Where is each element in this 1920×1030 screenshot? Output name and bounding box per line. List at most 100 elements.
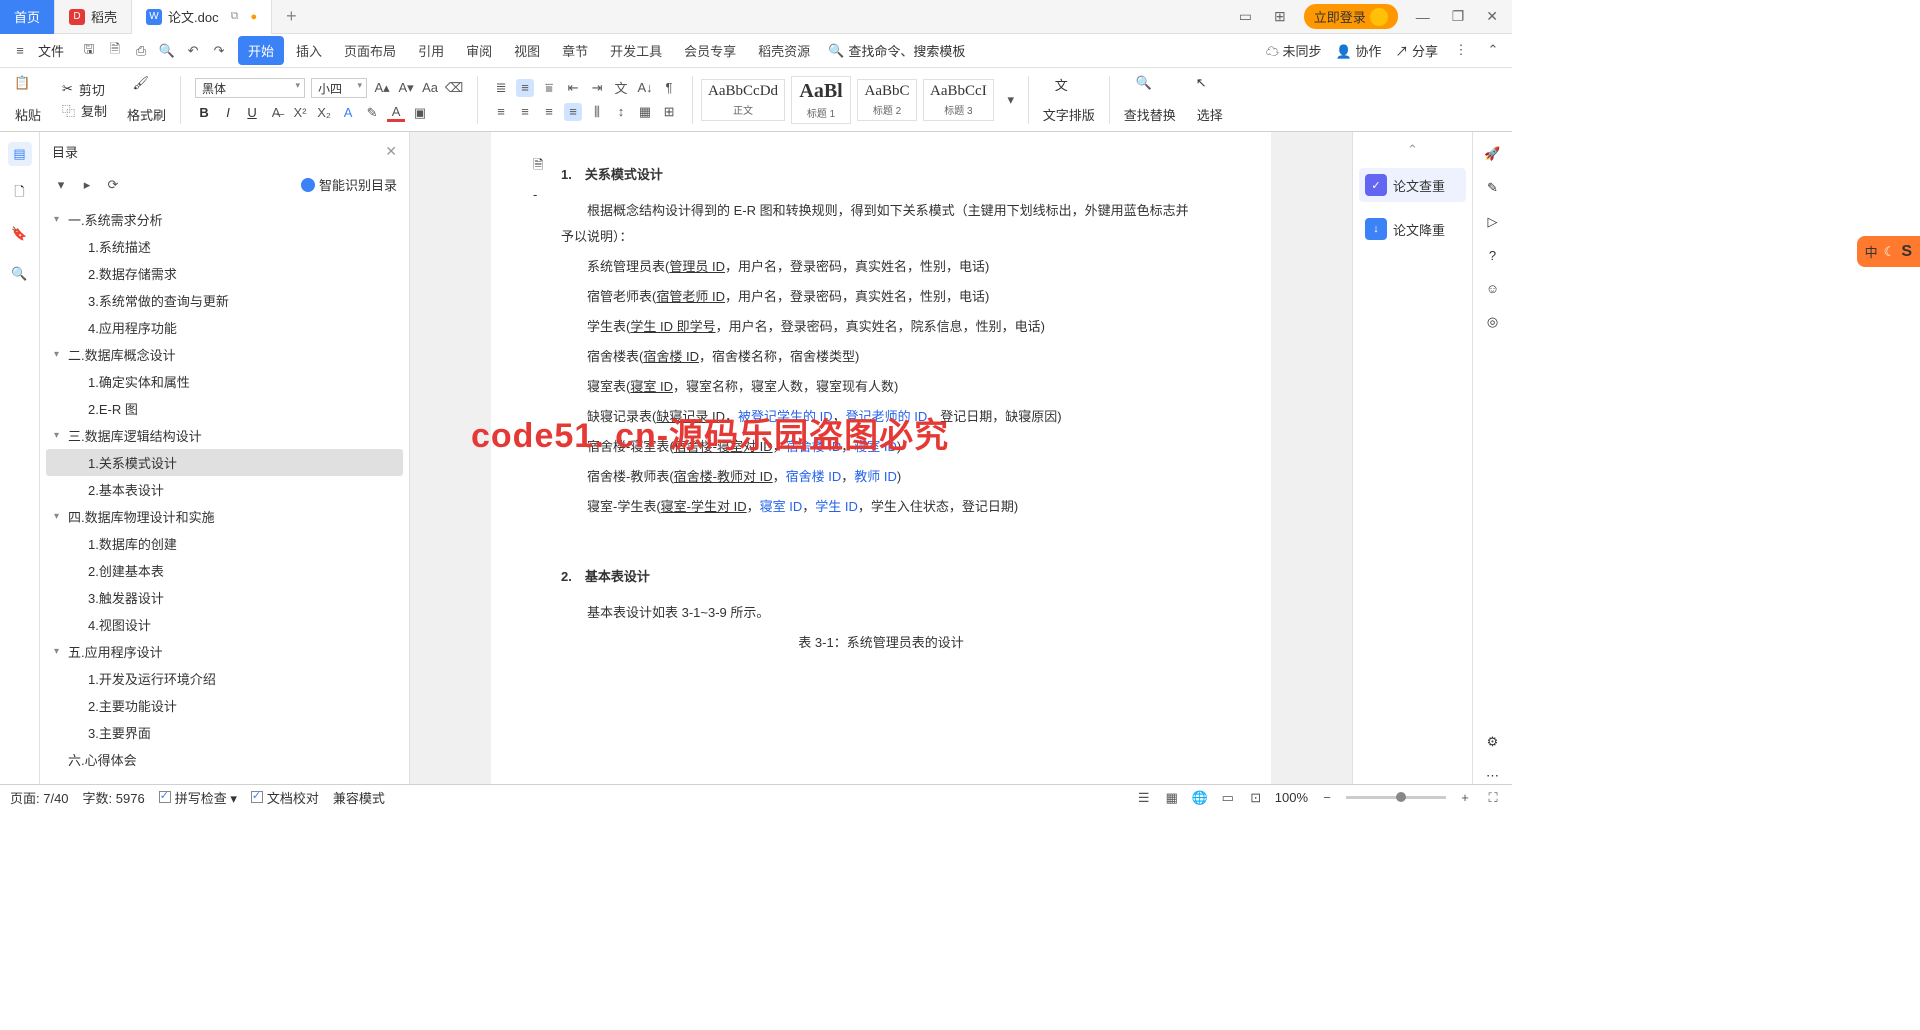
- underline-icon[interactable]: U: [243, 104, 261, 122]
- outline-item-0[interactable]: ▾一.系统需求分析: [46, 206, 403, 233]
- command-search[interactable]: 🔍查找命令、搜索模板: [828, 41, 965, 60]
- sort-icon[interactable]: A↓: [636, 79, 654, 97]
- subscript-icon[interactable]: X₂: [315, 104, 333, 122]
- shading-icon[interactable]: ▦: [636, 103, 654, 121]
- ribbon-tab-6[interactable]: 章节: [552, 36, 598, 65]
- maximize-button[interactable]: ❐: [1448, 8, 1469, 25]
- redo-icon[interactable]: ↷: [210, 42, 228, 60]
- highlight-icon[interactable]: ✎: [363, 104, 381, 122]
- find-replace-button[interactable]: 🔍查找替换: [1118, 68, 1182, 131]
- sync-status[interactable]: ☁ 未同步: [1266, 41, 1322, 60]
- outline-item-5[interactable]: ▾二.数据库概念设计: [46, 341, 403, 368]
- paste-button[interactable]: 📋粘贴: [8, 68, 48, 131]
- save-icon[interactable]: 🖫: [80, 42, 98, 60]
- outline-item-20[interactable]: 六.心得体会: [46, 746, 403, 773]
- outline-item-10[interactable]: 2.基本表设计: [46, 476, 403, 503]
- collapse-panel-icon[interactable]: ⌃: [1359, 142, 1466, 158]
- apps-icon[interactable]: ⊞: [1270, 8, 1290, 25]
- undo-icon[interactable]: ↶: [184, 42, 202, 60]
- outline-item-16[interactable]: ▾五.应用程序设计: [46, 638, 403, 665]
- italic-icon[interactable]: I: [219, 104, 237, 122]
- outline-item-2[interactable]: 2.数据存储需求: [46, 260, 403, 287]
- ribbon-tab-2[interactable]: 页面布局: [334, 36, 406, 65]
- paper-reduce-button[interactable]: ↓论文降重: [1359, 212, 1466, 246]
- show-marks-icon[interactable]: ¶: [660, 79, 678, 97]
- settings-rail-icon[interactable]: ⚙: [1487, 734, 1499, 750]
- word-count[interactable]: 字数: 5976: [83, 788, 145, 807]
- char-border-icon[interactable]: ▣: [411, 104, 429, 122]
- copy-button[interactable]: ⿻ 复制: [62, 101, 107, 120]
- login-button[interactable]: 立即登录: [1304, 4, 1398, 29]
- ribbon-tab-1[interactable]: 插入: [286, 36, 332, 65]
- zoom-out-icon[interactable]: −: [1318, 789, 1336, 807]
- zoom-level[interactable]: 100%: [1275, 790, 1308, 805]
- line-spacing-icon[interactable]: ↕: [612, 103, 630, 121]
- close-panel-icon[interactable]: ✕: [385, 143, 397, 160]
- asian-layout-icon[interactable]: 文: [612, 79, 630, 97]
- search-rail-icon[interactable]: 🔍: [8, 262, 32, 286]
- zoom-slider[interactable]: [1346, 796, 1446, 799]
- pages-rail-icon[interactable]: 🗋: [8, 182, 32, 206]
- outline-item-12[interactable]: 1.数据库的创建: [46, 530, 403, 557]
- outline-item-11[interactable]: ▾四.数据库物理设计和实施: [46, 503, 403, 530]
- format-painter-button[interactable]: 🖌格式刷: [121, 68, 172, 131]
- refresh-outline-icon[interactable]: ⟳: [104, 176, 122, 194]
- change-case-icon[interactable]: Aa: [421, 79, 439, 97]
- outline-item-13[interactable]: 2.创建基本表: [46, 557, 403, 584]
- close-button[interactable]: ✕: [1482, 8, 1502, 25]
- style-2[interactable]: AaBbC标题 2: [857, 79, 917, 121]
- outline-item-1[interactable]: 1.系统描述: [46, 233, 403, 260]
- file-menu[interactable]: 文件: [38, 41, 64, 60]
- align-right-icon[interactable]: ≡: [540, 103, 558, 121]
- ribbon-tab-9[interactable]: 稻壳资源: [748, 36, 820, 65]
- align-center-icon[interactable]: ≡: [516, 103, 534, 121]
- collapse-all-icon[interactable]: ▸: [78, 176, 96, 194]
- outline-item-9[interactable]: 1.关系模式设计: [46, 449, 403, 476]
- ribbon-tab-7[interactable]: 开发工具: [600, 36, 672, 65]
- borders-icon[interactable]: ⊞: [660, 103, 678, 121]
- chevron-up-icon[interactable]: ⌃: [1484, 41, 1502, 59]
- select-button[interactable]: ↖选择: [1190, 68, 1230, 131]
- fit-page-icon[interactable]: ⛶: [1484, 789, 1502, 807]
- align-left-icon[interactable]: ≡: [492, 103, 510, 121]
- distribute-icon[interactable]: ⫼: [588, 103, 606, 121]
- style-3[interactable]: AaBbCcI标题 3: [923, 79, 994, 121]
- font-color-icon[interactable]: A: [387, 104, 405, 122]
- spell-check-toggle[interactable]: 拼写检查 ▾: [159, 788, 237, 807]
- font-size-select[interactable]: 小四: [311, 78, 367, 98]
- outline-item-3[interactable]: 3.系统常做的查询与更新: [46, 287, 403, 314]
- grow-font-icon[interactable]: A▴: [373, 79, 391, 97]
- style-0[interactable]: AaBbCcDd正文: [701, 79, 785, 121]
- ribbon-tab-8[interactable]: 会员专享: [674, 36, 746, 65]
- paper-check-button[interactable]: ✓论文查重: [1359, 168, 1466, 202]
- tab-docker[interactable]: D稻壳: [55, 0, 132, 34]
- question-icon[interactable]: ?: [1489, 248, 1496, 263]
- superscript-icon[interactable]: X²: [291, 104, 309, 122]
- text-effects-icon[interactable]: A: [339, 104, 357, 122]
- font-name-select[interactable]: 黑体: [195, 78, 305, 98]
- tab-add[interactable]: +: [272, 6, 311, 27]
- shrink-font-icon[interactable]: A▾: [397, 79, 415, 97]
- typeset-button[interactable]: 文文字排版: [1037, 68, 1101, 131]
- outline-item-19[interactable]: 3.主要界面: [46, 719, 403, 746]
- expand-all-icon[interactable]: ▾: [52, 176, 70, 194]
- focus-view-icon[interactable]: ⊡: [1247, 789, 1265, 807]
- share-button[interactable]: ↗ 分享: [1395, 41, 1438, 60]
- layout-icon[interactable]: ▭: [1235, 8, 1256, 25]
- page-indicator[interactable]: 页面: 7/40: [10, 788, 69, 807]
- screen-share-icon[interactable]: ⧉: [231, 10, 239, 23]
- outline-item-15[interactable]: 4.视图设计: [46, 611, 403, 638]
- ribbon-tab-0[interactable]: 开始: [238, 36, 284, 65]
- ribbon-tab-4[interactable]: 审阅: [456, 36, 502, 65]
- tab-home[interactable]: 首页: [0, 0, 55, 34]
- bookmark-rail-icon[interactable]: 🔖: [8, 222, 32, 246]
- outline-item-8[interactable]: ▾三.数据库逻辑结构设计: [46, 422, 403, 449]
- smart-outline-button[interactable]: 智能识别目录: [301, 175, 397, 194]
- styles-more-icon[interactable]: ▾: [1002, 91, 1020, 109]
- emoji-icon[interactable]: ☺: [1486, 281, 1499, 296]
- align-justify-icon[interactable]: ≡: [564, 103, 582, 121]
- reading-view-icon[interactable]: ☰: [1135, 789, 1153, 807]
- web-view-icon[interactable]: 🌐: [1191, 789, 1209, 807]
- outline-view-icon[interactable]: ▭: [1219, 789, 1237, 807]
- numbering-icon[interactable]: ≡: [516, 79, 534, 97]
